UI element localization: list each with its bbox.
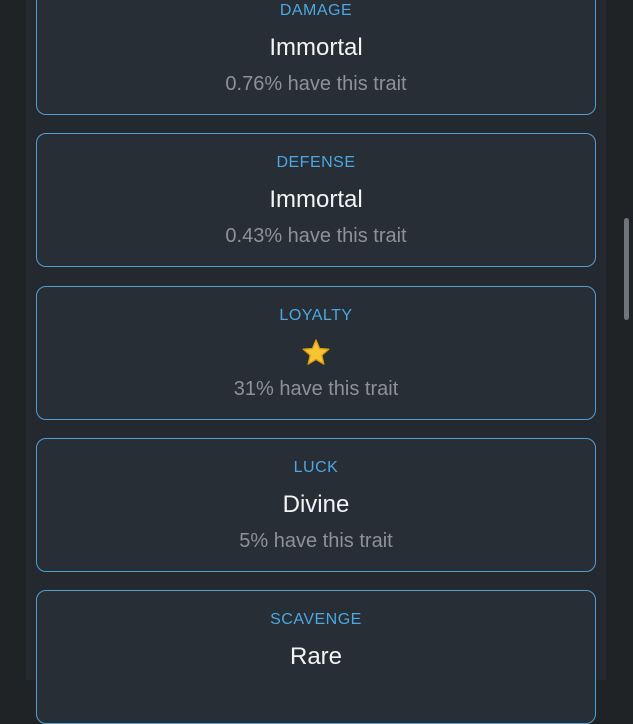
trait-rarity-note: 31% have this trait [233,378,399,400]
trait-rarity-note: 0.76% have this trait [225,73,407,95]
trait-label: SCAVENGE [270,611,362,628]
trait-value: Immortal [269,186,363,213]
trait-card-damage: DAMAGE Immortal 0.76% have this trait [36,0,596,115]
trait-value: Rare [289,643,343,670]
star-icon [302,339,330,365]
trait-label: DEFENSE [276,154,356,171]
trait-card-scavenge: SCAVENGE Rare [36,590,596,724]
trait-value: Divine [282,491,350,518]
scrollbar-thumb[interactable] [624,218,629,320]
trait-label: LUCK [293,459,339,476]
trait-label: LOYALTY [279,307,353,324]
trait-value: Immortal [269,34,363,61]
trait-rarity-note: 5% have this trait [239,530,393,552]
trait-card-loyalty: LOYALTY 31% have this trait [36,286,596,420]
trait-rarity-note: 0.43% have this trait [225,225,407,247]
trait-label: DAMAGE [279,2,353,19]
trait-card-luck: LUCK Divine 5% have this trait [36,438,596,572]
right-gutter [606,0,633,680]
trait-card-defense: DEFENSE Immortal 0.43% have this trait [36,133,596,267]
left-gutter [0,0,26,680]
